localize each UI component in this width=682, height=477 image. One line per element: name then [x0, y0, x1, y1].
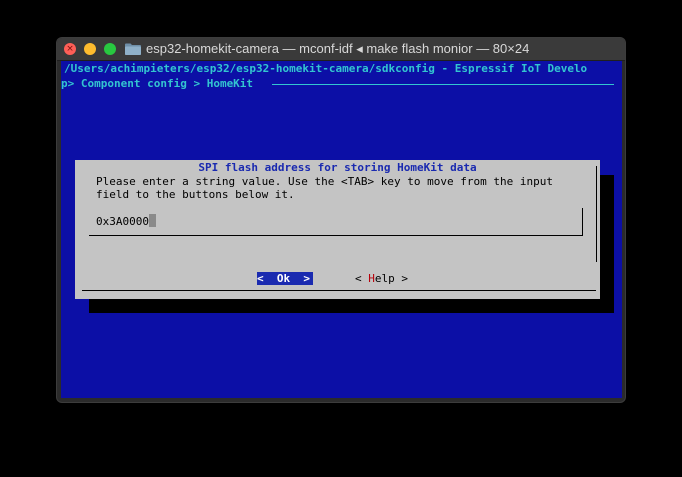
window-titlebar[interactable]: × esp32-homekit-camera — mconf-idf ◂ mak…: [57, 38, 625, 61]
help-bracket-right: elp >: [374, 272, 408, 285]
dialog-prompt: Please enter a string value. Use the <TA…: [96, 175, 553, 201]
minimize-button[interactable]: [84, 43, 96, 55]
maximize-button[interactable]: [104, 43, 116, 55]
input-text-wrapper: 0x3A0000: [96, 214, 156, 229]
string-value-input[interactable]: 0x3A0000: [89, 208, 583, 236]
ok-button[interactable]: < Ok >: [257, 272, 313, 285]
dialog-title: SPI flash address for storing HomeKit da…: [198, 161, 477, 174]
close-button[interactable]: ×: [64, 43, 76, 55]
window-title: esp32-homekit-camera — mconf-idf ◂ make …: [146, 41, 530, 56]
ok-bracket-right: k >: [283, 272, 311, 285]
folder-icon: [125, 43, 141, 55]
close-icon: ×: [66, 44, 74, 54]
text-cursor: [148, 214, 156, 227]
input-value: 0x3A0000: [96, 215, 149, 228]
dialog-border: [596, 166, 597, 262]
terminal-window: × esp32-homekit-camera — mconf-idf ◂ mak…: [57, 38, 625, 402]
help-hotkey: H: [368, 272, 375, 285]
help-bracket-left: <: [355, 272, 369, 285]
header-rule: [272, 84, 614, 85]
dialog-border: [82, 290, 596, 291]
input-dialog: SPI flash address for storing HomeKit da…: [75, 160, 600, 299]
ok-hotkey: O: [276, 272, 284, 285]
terminal-screen[interactable]: /Users/achimpieters/esp32/esp32-homekit-…: [61, 61, 622, 398]
ok-bracket-left: <: [257, 272, 277, 285]
help-button[interactable]: < Help >: [355, 272, 408, 285]
config-path-header: /Users/achimpieters/esp32/esp32-homekit-…: [64, 62, 588, 75]
breadcrumb: p> Component config > HomeKit: [61, 77, 254, 90]
